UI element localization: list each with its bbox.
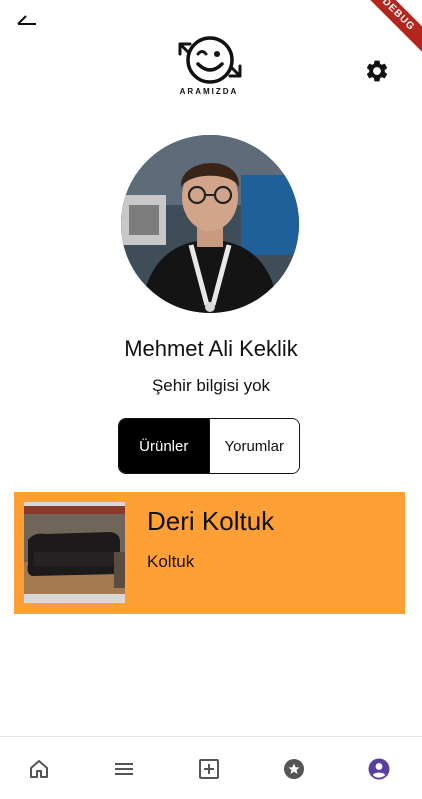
tab-reviews[interactable]: Yorumlar bbox=[208, 419, 299, 473]
profile-avatar[interactable] bbox=[121, 135, 299, 313]
profile-city: Şehir bilgisi yok bbox=[151, 376, 271, 395]
profile-photo bbox=[121, 135, 299, 313]
logo-text: ARAMIZDA bbox=[180, 87, 239, 96]
bottom-navigation bbox=[0, 736, 422, 799]
account-circle-icon bbox=[368, 758, 390, 780]
nav-home[interactable] bbox=[25, 755, 53, 783]
home-icon bbox=[30, 760, 48, 778]
product-card[interactable]: Deri Koltuk Koltuk bbox=[14, 492, 405, 614]
menu-icon bbox=[115, 763, 133, 775]
nav-favorites[interactable] bbox=[280, 755, 308, 783]
app-logo: ARAMIZDA bbox=[170, 30, 248, 96]
back-icon bbox=[17, 15, 36, 25]
settings-button[interactable] bbox=[364, 58, 392, 86]
debug-banner: DEBUG bbox=[356, 0, 422, 57]
profile-tab-toggle: Ürünler Yorumlar bbox=[118, 418, 300, 474]
product-title: Deri Koltuk bbox=[147, 506, 275, 536]
nav-profile[interactable] bbox=[365, 755, 393, 783]
nav-menu[interactable] bbox=[110, 755, 138, 783]
tab-products[interactable]: Ürünler bbox=[119, 419, 209, 473]
back-button[interactable] bbox=[16, 12, 40, 32]
gear-icon bbox=[366, 60, 388, 82]
product-category: Koltuk bbox=[147, 552, 195, 571]
star-circle-icon bbox=[284, 759, 304, 779]
product-image bbox=[24, 502, 125, 603]
profile-name: Mehmet Ali Keklik bbox=[124, 336, 298, 361]
add-box-icon bbox=[199, 759, 219, 779]
nav-add[interactable] bbox=[195, 755, 223, 783]
